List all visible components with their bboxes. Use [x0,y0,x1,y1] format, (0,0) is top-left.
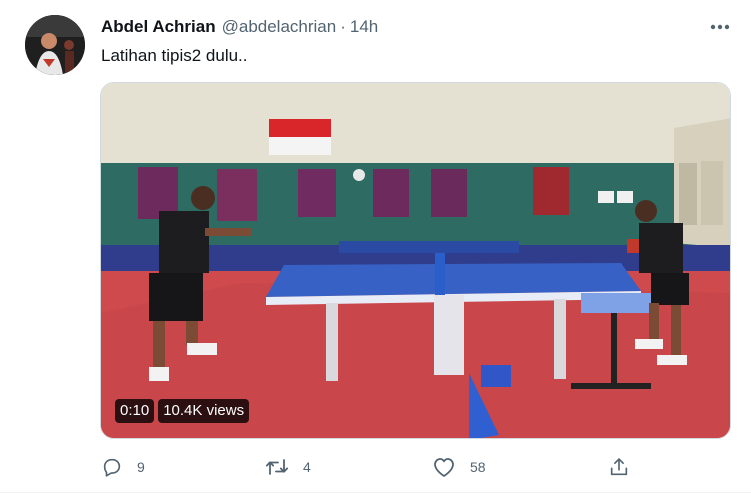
like-count: 58 [470,459,486,475]
author-handle[interactable]: @abdelachrian [222,17,337,37]
timestamp[interactable]: 14h [350,17,378,37]
share-button[interactable] [608,455,630,479]
retweet-icon [265,459,289,475]
video-views: 10.4K views [158,399,250,423]
video-info-overlay: 0:10 10.4K views [115,399,250,423]
more-dots-icon [710,24,730,30]
reply-count: 9 [137,459,145,475]
tweet[interactable]: Abdel Achrian @abdelachrian · 14h Latiha… [0,0,751,494]
reply-button[interactable]: 9 [101,455,145,479]
retweet-button[interactable]: 4 [265,455,311,479]
tweet-text: Latihan tipis2 dulu.. [101,46,248,65]
heart-icon [434,458,454,477]
tweet-divider [0,492,751,493]
like-button[interactable]: 58 [432,455,486,479]
tweet-header: Abdel Achrian @abdelachrian · 14h [101,16,378,38]
avatar-image [25,15,85,75]
more-options-button[interactable] [704,14,736,40]
video-duration: 0:10 [115,399,155,423]
tweet-actions: 9 4 58 [0,455,751,479]
author-name[interactable]: Abdel Achrian [101,17,216,37]
video-player[interactable]: 0:10 10.4K views [100,82,731,439]
retweet-count: 4 [303,459,311,475]
video-frame [101,83,730,438]
avatar[interactable] [25,15,85,75]
share-icon [610,458,628,476]
separator-dot: · [340,17,346,36]
reply-icon [103,458,121,477]
